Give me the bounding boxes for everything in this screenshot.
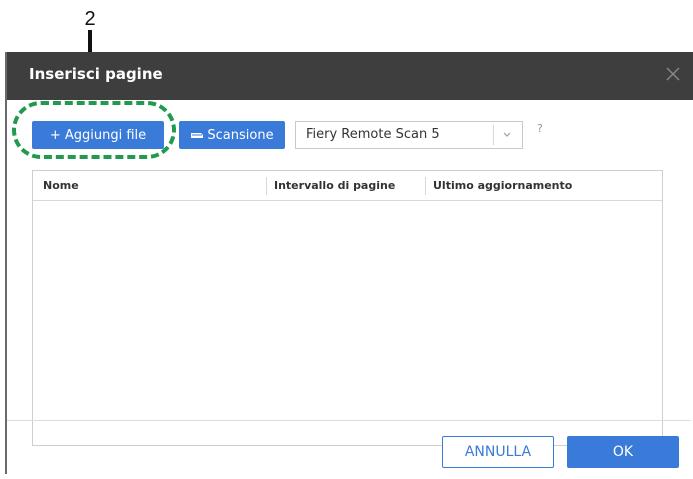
scanner-icon [191, 133, 204, 138]
chevron-down-icon[interactable] [503, 132, 511, 138]
footer-divider [7, 420, 691, 421]
file-table: Nome Intervallo di pagine Ultimo aggiorn… [32, 170, 663, 446]
table-header: Nome Intervallo di pagine Ultimo aggiorn… [33, 171, 662, 201]
dialog-title: Inserisci pagine [29, 65, 163, 83]
help-icon[interactable]: ? [537, 122, 543, 135]
column-header-last-updated[interactable]: Ultimo aggiornamento [433, 179, 572, 192]
column-separator [425, 177, 426, 195]
scanner-select[interactable]: Fiery Remote Scan 5 [295, 121, 523, 149]
ok-button[interactable]: OK [567, 436, 679, 468]
cancel-button[interactable]: ANNULLA [442, 436, 554, 468]
callout-number: 2 [84, 8, 96, 30]
dialog-header: Inserisci pagine [7, 52, 693, 100]
column-header-name[interactable]: Nome [43, 179, 79, 192]
scan-button[interactable]: Scansione [179, 121, 285, 149]
column-separator [266, 177, 267, 195]
select-divider [493, 125, 494, 145]
close-icon[interactable] [665, 66, 681, 82]
column-header-page-range[interactable]: Intervallo di pagine [274, 179, 395, 192]
callout-highlight-oval [12, 101, 176, 159]
scanner-select-value: Fiery Remote Scan 5 [306, 127, 440, 142]
scan-button-label: Scansione [207, 127, 274, 143]
